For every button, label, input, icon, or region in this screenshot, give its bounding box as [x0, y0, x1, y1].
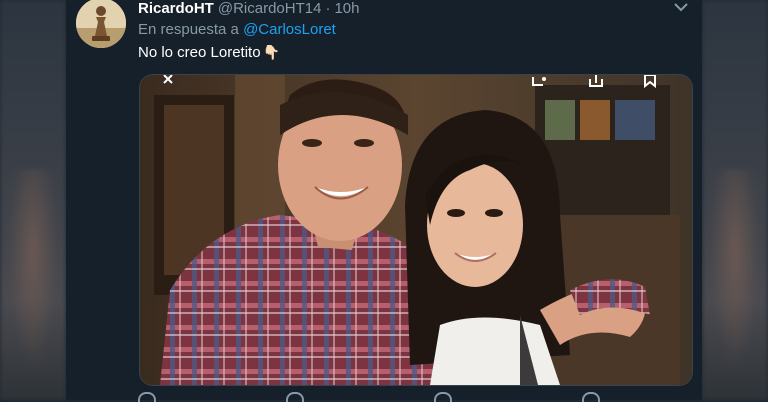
pointing-down-emoji: 👇🏻: [262, 44, 281, 60]
tweet-body: No lo creo Loretito: [138, 44, 261, 61]
blurred-backdrop-left: [0, 0, 66, 400]
photo-couple: [140, 75, 692, 385]
blurred-backdrop-right: [702, 0, 768, 400]
share-icon[interactable]: [582, 392, 600, 402]
tweet-media-image[interactable]: [139, 74, 693, 386]
avatar[interactable]: [76, 0, 126, 48]
reply-context: En respuesta a @CarlosLoret: [138, 21, 336, 38]
user-handle[interactable]: @RicardoHT14: [218, 0, 322, 17]
display-name[interactable]: RicardoHT: [138, 0, 214, 17]
timestamp[interactable]: 10h: [334, 0, 359, 17]
reply-mention-link[interactable]: @CarlosLoret: [243, 21, 336, 38]
reply-prefix: En respuesta a: [138, 21, 239, 38]
chess-pawn-icon: [76, 0, 126, 48]
separator-dot: ·: [325, 0, 331, 17]
crop-icon[interactable]: [528, 75, 552, 89]
reply-icon[interactable]: [138, 392, 156, 402]
tweet-actions: [138, 392, 678, 402]
share-icon[interactable]: [584, 75, 608, 89]
close-icon[interactable]: [158, 75, 182, 89]
chevron-down-icon[interactable]: [672, 0, 690, 16]
bookmark-icon[interactable]: [638, 75, 662, 89]
tweet-card[interactable]: RicardoHT @RicardoHT14 · 10h En respuest…: [66, 0, 702, 402]
tweet-header: RicardoHT @RicardoHT14 · 10h: [138, 0, 359, 17]
tweet-text: No lo creo Loretito 👇🏻: [138, 44, 280, 61]
like-icon[interactable]: [434, 392, 452, 402]
retweet-icon[interactable]: [286, 392, 304, 402]
